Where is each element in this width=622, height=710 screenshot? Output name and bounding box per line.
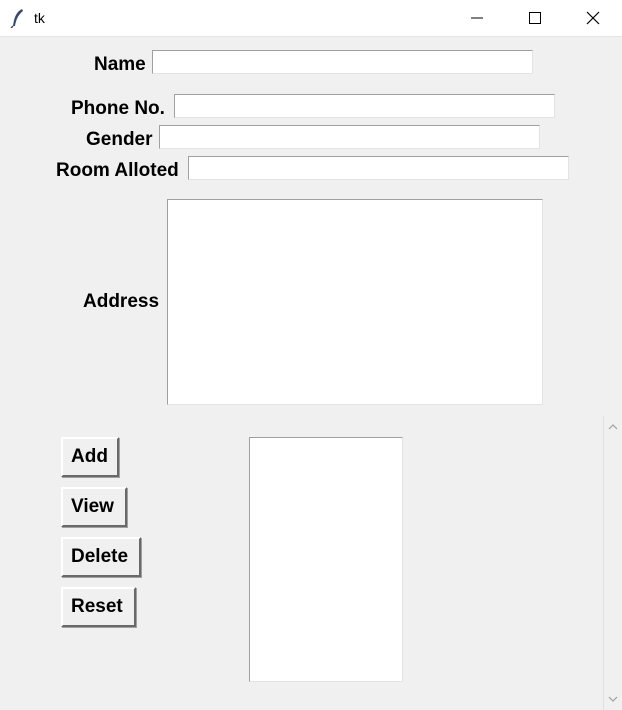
minimize-icon — [471, 17, 483, 19]
room-input[interactable] — [188, 156, 569, 180]
close-button[interactable] — [564, 0, 622, 36]
address-label: Address — [83, 291, 160, 312]
phone-input[interactable] — [174, 94, 555, 118]
vertical-scrollbar[interactable] — [603, 416, 622, 710]
delete-button[interactable]: Delete — [61, 537, 141, 577]
minimize-button[interactable] — [448, 0, 506, 36]
view-button[interactable]: View — [61, 487, 127, 527]
room-label: Room Alloted — [56, 160, 179, 181]
maximize-icon — [529, 12, 541, 24]
chevron-up-icon[interactable] — [608, 424, 618, 430]
gender-label: Gender — [86, 129, 153, 150]
chevron-down-icon[interactable] — [608, 696, 618, 702]
add-button[interactable]: Add — [61, 437, 119, 477]
feather-icon — [10, 8, 26, 29]
address-textarea[interactable] — [167, 199, 543, 405]
name-label: Name — [94, 54, 146, 75]
maximize-button[interactable] — [506, 0, 564, 36]
title-bar: tk — [0, 0, 622, 37]
reset-button[interactable]: Reset — [61, 587, 136, 627]
name-input[interactable] — [152, 50, 533, 74]
window-title: tk — [34, 10, 45, 26]
phone-label: Phone No. — [71, 98, 165, 119]
close-icon — [586, 11, 600, 25]
gender-input[interactable] — [159, 125, 540, 149]
records-listbox[interactable] — [249, 437, 403, 682]
